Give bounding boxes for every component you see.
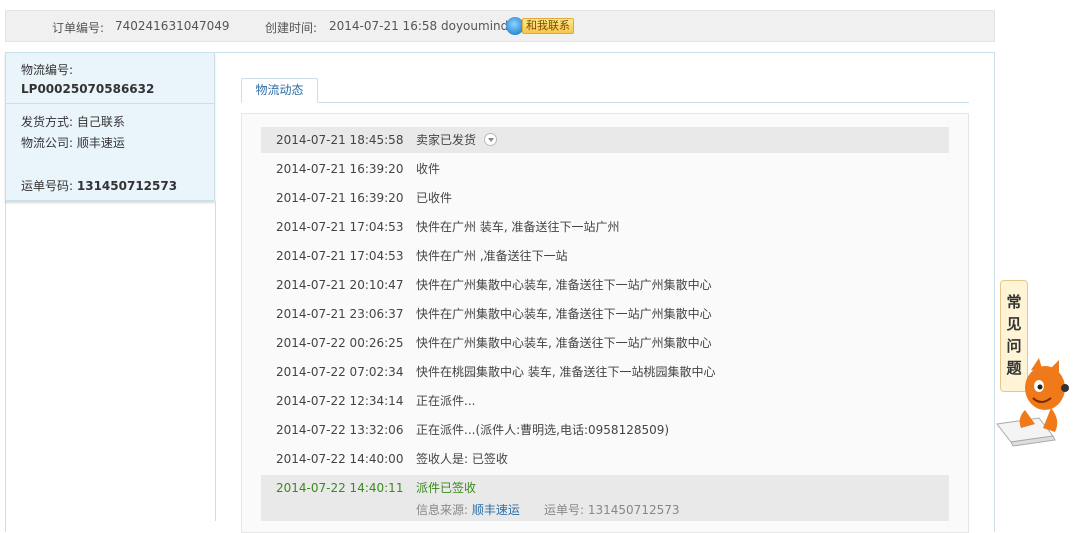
logistics-sidebar: 物流编号: LP00025070586632 发货方式: 自己联系 物流公司: … <box>5 52 215 201</box>
created-time-label: 创建时间: <box>265 21 318 35</box>
tracking-row: 2014-07-21 17:04:53 快件在广州 ,准备送往下一站 <box>261 243 949 269</box>
tracking-desc: 快件在广州集散中心装车, 准备送往下一站广州集散中心 <box>416 278 712 292</box>
tracking-row: 2014-07-22 13:32:06 正在派件...(派件人:曹明选,电话:0… <box>261 417 949 443</box>
tracking-desc: 正在派件... <box>416 394 476 408</box>
tracking-row: 2014-07-22 00:26:25 快件在广州集散中心装车, 准备送往下一站… <box>261 330 949 356</box>
tracking-desc: 快件在广州 装车, 准备送往下一站广州 <box>416 220 620 234</box>
logistics-company: 物流公司: 顺丰速运 <box>21 136 125 150</box>
source-company-link[interactable]: 顺丰速运 <box>472 503 520 517</box>
source-waybill: 运单号: 131450712573 <box>544 503 680 517</box>
tracking-time: 2014-07-21 20:10:47 <box>276 278 404 292</box>
waybill-info: 运单号码: 131450712573 <box>21 177 177 194</box>
tracking-time: 2014-07-21 23:06:37 <box>276 307 404 321</box>
tracking-row: 2014-07-21 18:45:58 卖家已发货 <box>261 127 949 153</box>
tracking-desc: 快件在广州 ,准备送往下一站 <box>416 249 568 263</box>
seller-name[interactable]: doyoumind <box>441 19 508 33</box>
tracking-time: 2014-07-21 17:04:53 <box>276 249 404 263</box>
tracking-row: 2014-07-21 17:04:53 快件在广州 装车, 准备送往下一站广州 <box>261 214 949 240</box>
order-header: 订单编号: 740241631047049 创建时间: 2014-07-21 1… <box>5 10 995 42</box>
tab-logistics-tracking[interactable]: 物流动态 <box>241 78 318 103</box>
shipping-info: 发货方式: 自己联系 物流公司: 顺丰速运 <box>6 104 214 162</box>
tracking-time: 2014-07-22 14:40:00 <box>276 452 404 466</box>
tracking-time: 2014-07-21 18:45:58 <box>276 133 404 147</box>
tracking-time: 2014-07-22 13:32:06 <box>276 423 404 437</box>
sidebar-divider <box>215 201 216 521</box>
tracking-row: 2014-07-21 16:39:20 已收件 <box>261 185 949 211</box>
tracking-time: 2014-07-22 14:40:11 <box>276 481 404 495</box>
tracking-desc: 签收人是: 已签收 <box>416 452 508 466</box>
order-number: 740241631047049 <box>115 19 230 33</box>
tab-underline <box>241 102 969 103</box>
logistics-number-label: 物流编号: <box>21 63 74 77</box>
tracking-time: 2014-07-22 12:34:14 <box>276 394 404 408</box>
info-source-text: 信息来源: 顺丰速运 <box>416 503 520 517</box>
tracking-row: 2014-07-22 07:02:34 快件在桃园集散中心 装车, 准备送往下一… <box>261 359 949 385</box>
ship-method: 发货方式: 自己联系 <box>21 115 125 129</box>
tracking-time: 2014-07-21 17:04:53 <box>276 220 404 234</box>
tracking-desc: 已收件 <box>416 191 453 205</box>
tracking-desc: 正在派件...(派件人:曹明选,电话:0958128509) <box>416 423 670 437</box>
waybill-label: 运单号码: <box>21 179 74 193</box>
tracking-time: 2014-07-21 16:39:20 <box>276 162 404 176</box>
tracking-row: 2014-07-22 12:34:14 正在派件... <box>261 388 949 414</box>
order-number-label: 订单编号: <box>52 21 105 35</box>
logistics-number: LP00025070586632 <box>21 82 155 96</box>
tracking-desc: 快件在广州集散中心装车, 准备送往下一站广州集散中心 <box>416 307 712 321</box>
tracking-desc: 派件已签收 <box>416 481 477 495</box>
tracking-row: 2014-07-21 16:39:20 收件 <box>261 156 949 182</box>
tracking-time: 2014-07-22 00:26:25 <box>276 336 404 350</box>
waybill-number: 131450712573 <box>76 179 178 193</box>
tracking-time: 2014-07-22 07:02:34 <box>276 365 404 379</box>
tracking-desc: 卖家已发货 <box>416 127 498 153</box>
created-time: 2014-07-21 16:58 <box>329 19 438 33</box>
logistics-number-block: 物流编号: LP00025070586632 <box>6 53 214 104</box>
tracking-desc: 快件在桃园集散中心 装车, 准备送往下一站桃园集散中心 <box>416 365 716 379</box>
contact-me-button[interactable]: 和我联系 <box>522 18 574 34</box>
tracking-time: 2014-07-21 16:39:20 <box>276 191 404 205</box>
tracking-desc: 快件在广州集散中心装车, 准备送往下一站广州集散中心 <box>416 336 712 350</box>
tracking-row: 2014-07-22 14:40:00 签收人是: 已签收 <box>261 446 949 472</box>
tracking-row: 2014-07-21 23:06:37 快件在广州集散中心装车, 准备送往下一站… <box>261 301 949 327</box>
tracking-row-signed: 2014-07-22 14:40:11 派件已签收 <box>261 475 949 501</box>
chevron-down-icon[interactable] <box>484 133 498 146</box>
info-source: 信息来源: 顺丰速运 运单号: 131450712573 <box>261 500 949 521</box>
tracking-desc: 收件 <box>416 162 441 176</box>
mascot-icon[interactable] <box>995 358 1075 448</box>
tracking-row: 2014-07-21 20:10:47 快件在广州集散中心装车, 准备送往下一站… <box>261 272 949 298</box>
